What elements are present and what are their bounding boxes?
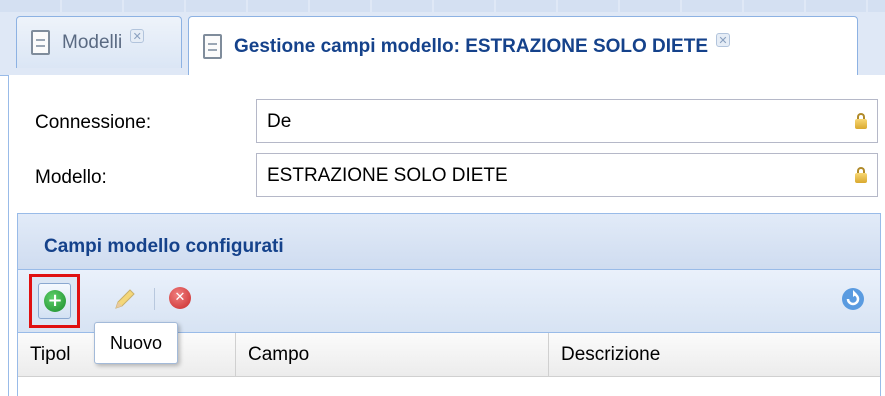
grid-title: Campi modello configurati	[44, 236, 284, 257]
tab-strip-background	[0, 0, 885, 12]
add-button-frame: +	[38, 283, 71, 319]
lock-icon	[855, 167, 867, 183]
connection-label: Connessione:	[35, 112, 152, 133]
model-label: Modello:	[35, 167, 107, 188]
model-value: ESTRAZIONE SOLO DIETE	[267, 165, 508, 186]
lock-icon	[855, 113, 867, 129]
tab-modelli[interactable]: Modelli ✕	[16, 16, 182, 68]
edit-icon[interactable]	[112, 286, 138, 312]
tab-gestione-label: Gestione campi modello: ESTRAZIONE SOLO …	[234, 35, 709, 57]
tab-modelli-label: Modelli	[62, 31, 123, 53]
tab-gestione-campi-modello[interactable]: Gestione campi modello: ESTRAZIONE SOLO …	[188, 16, 858, 76]
column-header-campo[interactable]: Campo	[236, 333, 549, 377]
configured-fields-grid: Campi modello configurati + ✕ Tipol Camp…	[17, 213, 881, 396]
model-field[interactable]: ESTRAZIONE SOLO DIETE	[256, 153, 878, 197]
column-header-descrizione[interactable]: Descrizione	[549, 333, 880, 377]
grid-header: Campi modello configurati	[18, 214, 880, 270]
add-icon: +	[44, 290, 66, 312]
close-icon[interactable]: ✕	[130, 28, 145, 43]
connection-field[interactable]: De	[256, 99, 878, 143]
document-icon	[31, 30, 50, 55]
document-icon	[203, 34, 222, 59]
add-button[interactable]: +	[29, 274, 80, 328]
close-icon[interactable]: ✕	[716, 32, 731, 47]
tab-strip: Modelli ✕ Gestione campi modello: ESTRAZ…	[0, 0, 885, 76]
toolbar-separator	[154, 288, 155, 310]
add-tooltip: Nuovo	[94, 322, 178, 364]
connection-value: De	[267, 111, 292, 132]
delete-icon[interactable]: ✕	[169, 287, 191, 309]
refresh-icon[interactable]	[840, 286, 866, 312]
